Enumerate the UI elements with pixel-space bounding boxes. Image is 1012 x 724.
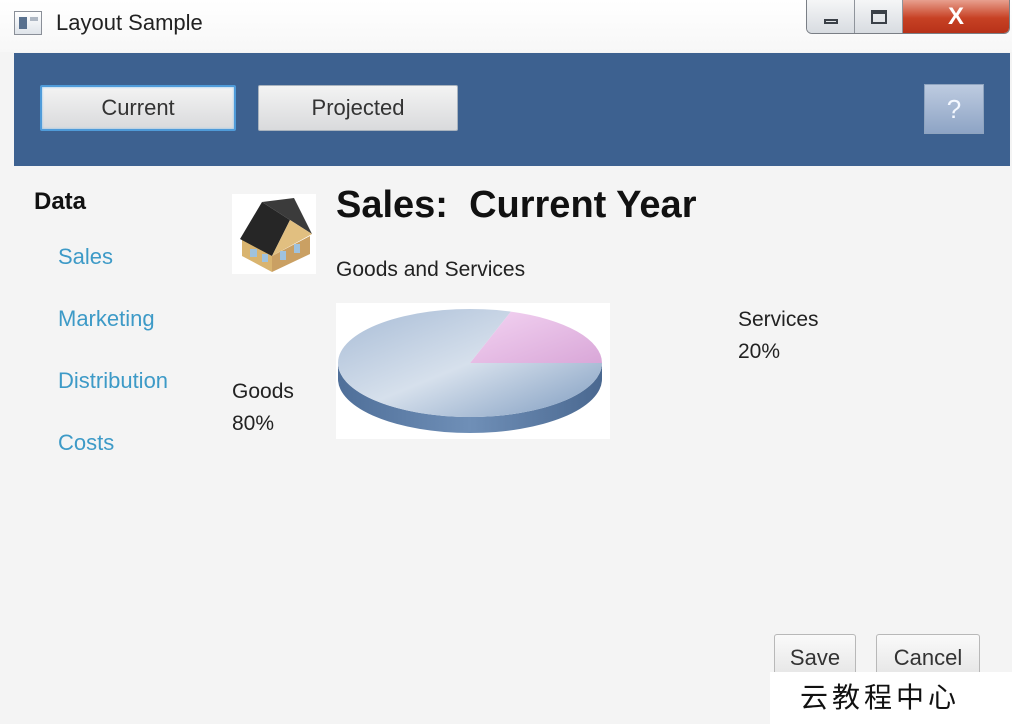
services-slice-label: Services 20% <box>738 304 819 368</box>
window-title: Layout Sample <box>56 10 203 35</box>
close-button[interactable]: X <box>903 0 1009 33</box>
goods-percent: 80% <box>232 412 275 435</box>
close-icon: X <box>948 2 965 30</box>
watermark-text: 云教程中心 <box>800 681 961 714</box>
maximize-button[interactable] <box>855 0 904 33</box>
watermark: 云教程中心 <box>770 672 1012 724</box>
pie-chart <box>336 303 610 439</box>
header-bar: Current Projected ? <box>14 53 1010 166</box>
sidebar-item-marketing[interactable]: Marketing <box>58 306 155 332</box>
title-bar[interactable]: Layout Sample X <box>0 0 1012 52</box>
page-subtitle: Goods and Services <box>336 258 526 281</box>
sidebar-item-distribution[interactable]: Distribution <box>58 368 168 394</box>
services-percent: 20% <box>738 340 781 363</box>
sidebar-item-sales[interactable]: Sales <box>58 244 113 270</box>
goods-label: Goods <box>232 380 294 403</box>
content-area: Data Sales Marketing Distribution Costs … <box>14 166 1010 722</box>
house-icon <box>232 194 316 274</box>
current-button[interactable]: Current <box>40 85 236 131</box>
sidebar-item-costs[interactable]: Costs <box>58 430 114 456</box>
application-window: Layout Sample X Current Projected ? Data… <box>0 0 1012 724</box>
app-window-icon <box>14 11 42 35</box>
minimize-button[interactable] <box>807 0 856 33</box>
help-icon: ? <box>946 93 962 124</box>
window-controls: X <box>806 0 1010 34</box>
page-title: Sales: Current Year <box>336 184 697 226</box>
sidebar-title: Data <box>34 188 87 215</box>
minimize-icon <box>823 19 838 24</box>
services-label: Services <box>738 308 819 331</box>
projected-button[interactable]: Projected <box>258 85 458 131</box>
goods-slice-label: Goods 80% <box>232 376 294 440</box>
maximize-icon <box>870 9 887 24</box>
help-button[interactable]: ? <box>924 84 984 134</box>
